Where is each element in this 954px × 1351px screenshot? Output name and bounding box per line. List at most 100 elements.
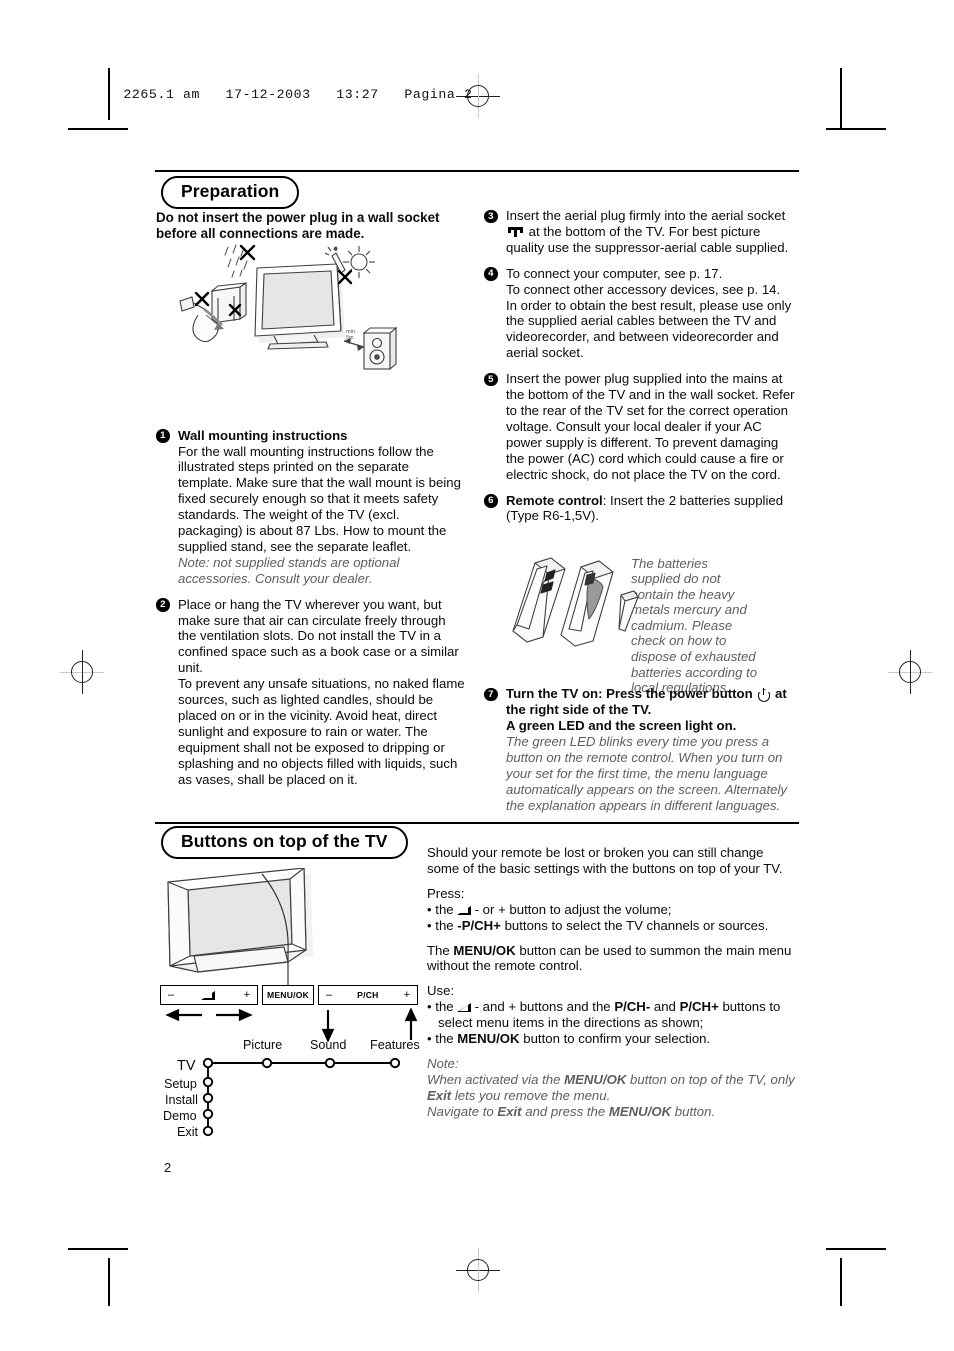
step-number-2: 2 [156, 598, 170, 612]
remote-control-battery-illustration [512, 557, 639, 647]
tv-top-buttons-illustration [167, 868, 313, 986]
volume-wedge-icon [201, 990, 216, 1000]
volume-wedge-icon [456, 905, 472, 915]
use-bullet-2-bold: MENU/OK [457, 1031, 520, 1047]
pch-plus-label: + [403, 989, 410, 1001]
buttons-note-label: Note: [427, 1055, 459, 1071]
step-number-1: 1 [156, 429, 170, 443]
buttons-section-title: Buttons on top of the TV [161, 826, 408, 859]
instruction-item-5: 5 Insert the power plug supplied into th… [484, 371, 796, 482]
page-number: 2 [164, 1160, 172, 1175]
tv-top-button-strip: – + MENU/OK – P/CH + [160, 985, 418, 1007]
step-number-3: 3 [484, 209, 498, 223]
buttons-note-1-a: When activated via the [427, 1071, 561, 1087]
press-bullet-pch-bold: -P/CH+ [457, 917, 501, 933]
press-bullet-pch: • the -P/CH+ buttons to select the TV ch… [427, 917, 769, 933]
use-bullet-confirm: • the MENU/OK button to confirm your sel… [427, 1031, 711, 1047]
crop-mark-bottom-left-vertical [108, 1258, 110, 1306]
crop-mark-top-right-horizontal [826, 128, 886, 130]
use-label: Use: [427, 983, 455, 999]
svg-text:5m: 5m [346, 335, 354, 341]
battery-note-text: The batteries supplied do not contain th… [631, 555, 758, 696]
instruction-item-3: 3 Insert the aerial plug firmly into the… [484, 208, 796, 256]
scan-header-rule [108, 76, 111, 120]
press-bullet-volume-post: - or + button to adjust the volume; [474, 901, 672, 917]
buttons-note-2-b: lets you remove the menu. [454, 1087, 611, 1103]
menu-ok-paragraph: The MENU/OK button can be used to summon… [427, 943, 799, 975]
instruction-1-note: Note: not supplied stands are optional a… [178, 554, 400, 586]
preparation-lead-warning: Do not insert the power plug in a wall s… [156, 210, 440, 241]
instruction-item-7: 7 Turn the TV on: Press the power button… [484, 686, 796, 813]
aerial-socket-icon [508, 226, 523, 237]
instruction-7-body-a: : Press the power button [598, 686, 753, 702]
buttons-note-3-bold-2: MENU/OK [608, 1103, 672, 1119]
instruction-3-body-a: Insert the aerial plug firmly into the a… [506, 208, 786, 223]
buttons-note-3-b: and press the [525, 1103, 606, 1119]
use-bullet-1-pre: the [435, 999, 454, 1015]
menu-ok-label: MENU/OK [267, 990, 309, 1000]
instruction-1-heading: Wall mounting instructions [178, 427, 348, 443]
instruction-item-1: 1 Wall mounting instructions For the wal… [156, 428, 466, 587]
instruction-item-6: 6 Remote control: Insert the 2 batteries… [484, 493, 796, 525]
buttons-note-line-2: Exit lets you remove the menu. [427, 1088, 799, 1104]
instruction-4-body-2: To connect other accessory devices, see … [506, 281, 781, 297]
power-button-icon [757, 687, 770, 700]
registration-mark-right [888, 650, 932, 694]
press-bullet-volume-pre: the [435, 901, 454, 917]
pch-minus-label: – [326, 989, 333, 1001]
menu-ok-paragraph-bold: MENU/OK [453, 942, 516, 958]
buttons-note-1-b: button on top of the TV, only [630, 1071, 795, 1087]
registration-mark-left [60, 650, 104, 694]
buttons-section-text: Should your remote be lost or broken you… [427, 845, 799, 1120]
press-bullet-volume: • the - or + button to adjust the volume; [427, 901, 672, 917]
menu-ok-button[interactable]: MENU/OK [262, 985, 314, 1005]
step-number-4: 4 [484, 267, 498, 281]
use-bullet-navigation: • the - and + buttons and the P/CH- and P… [427, 999, 781, 1031]
press-bullet-pch-post: buttons to select the TV channels or sou… [504, 917, 769, 933]
instruction-2-body-2: To prevent any unsafe situations, no nak… [178, 676, 465, 787]
crop-mark-top-left-horizontal [68, 128, 128, 130]
scan-header: 2265.1 am 17-12-2003 13:27 Pagina 2 [108, 76, 472, 120]
step-number-6: 6 [484, 494, 498, 508]
volume-minus-label: – [168, 989, 175, 1001]
preparation-section-rule [155, 170, 799, 173]
buttons-note-line-1: When activated via the MENU/OK button on… [427, 1072, 799, 1088]
use-bullet-1-mid-2: and [653, 999, 676, 1015]
buttons-note-1-bold: MENU/OK [564, 1071, 627, 1087]
crop-mark-bottom-right-vertical [840, 1258, 842, 1306]
press-label: Press: [427, 885, 465, 901]
use-bullet-1-bold-1: P/CH- [614, 999, 651, 1015]
volume-plus-label: + [243, 989, 250, 1001]
pch-button-group[interactable]: – P/CH + [318, 985, 418, 1005]
buttons-note-2-bold: Exit [427, 1087, 452, 1103]
crop-mark-bottom-left-horizontal [68, 1248, 128, 1250]
scan-header-text: 2265.1 am 17-12-2003 13:27 Pagina 2 [123, 87, 473, 102]
page-title: Preparation [161, 176, 300, 209]
buttons-note-3-bold-1: Exit [497, 1103, 522, 1119]
instruction-4-body-3: In order to obtain the best result, plea… [506, 297, 792, 361]
button-direction-arrows [165, 1008, 418, 1042]
buttons-note-3-c: button. [674, 1103, 716, 1119]
instruction-4-body: To connect your computer, see p. 17. [506, 265, 723, 281]
press-bullet-pch-pre: the [435, 917, 454, 933]
volume-button-group[interactable]: – + [160, 985, 258, 1005]
menu-tree-lines [202, 1057, 401, 1137]
pch-label: P/CH [357, 990, 379, 1000]
crop-mark-bottom-right-horizontal [826, 1248, 886, 1250]
instruction-7-heading: Turn the TV on [506, 686, 599, 702]
use-bullet-2-pre: the [435, 1031, 454, 1047]
buttons-note-3-a: Navigate to [427, 1103, 494, 1119]
use-bullet-1-mid: - and + buttons and the [474, 999, 611, 1015]
menu-navigation-tree: Picture Sound Features TV Setup Install … [158, 1038, 420, 1153]
use-bullet-2-post: button to confirm your selection. [523, 1031, 711, 1047]
buttons-intro-text: Should your remote be lost or broken you… [427, 845, 783, 876]
instruction-item-4: 4 To connect your computer, see p. 17. T… [484, 266, 796, 361]
instruction-6-heading: Remote control [506, 492, 603, 508]
tv-placement-warning-illustration: min. 5m [179, 244, 398, 371]
volume-wedge-icon [456, 1002, 472, 1013]
instruction-item-2: 2 Place or hang the TV wherever you want… [156, 597, 466, 788]
instruction-5-body: Insert the power plug supplied into the … [506, 371, 795, 482]
instruction-3-body-b: at the bottom of the TV. For best pictur… [506, 223, 789, 255]
instruction-7-note: The green LED blinks every time you pres… [506, 734, 788, 813]
buttons-note-line-3: Navigate to Exit and press the MENU/OK b… [427, 1104, 799, 1120]
